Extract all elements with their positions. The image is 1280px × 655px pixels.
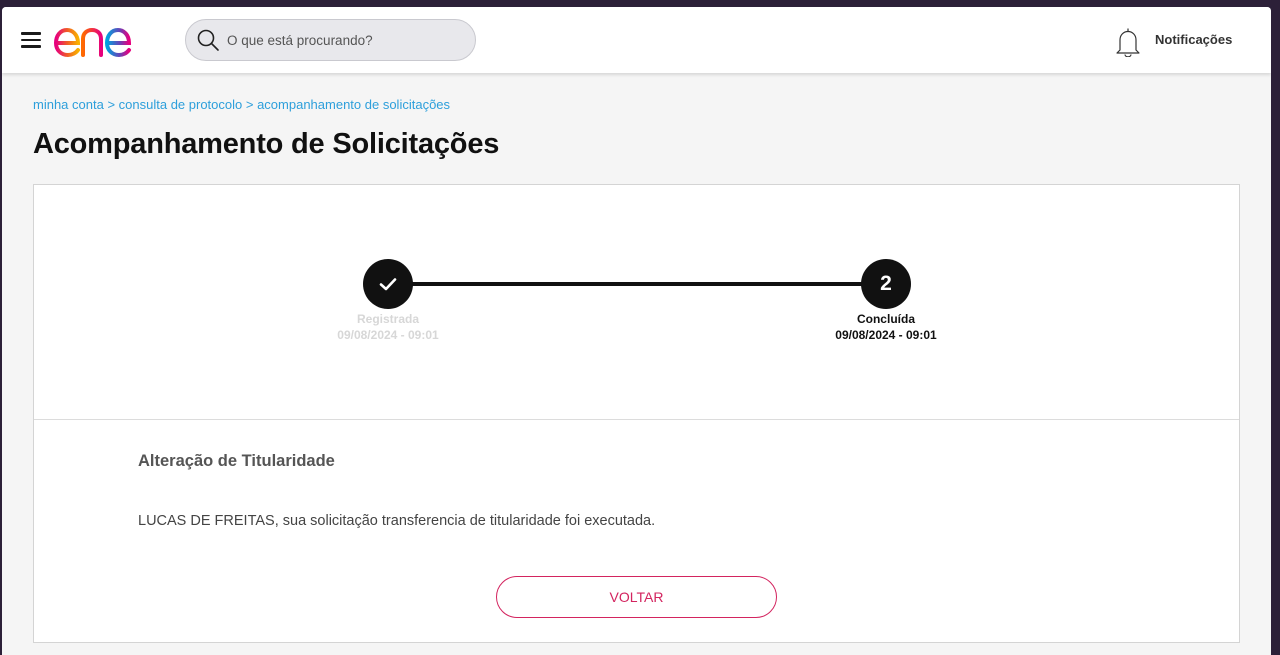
step-registrada-label: Registrada 09/08/2024 - 09:01: [303, 311, 473, 343]
search-icon[interactable]: [196, 28, 220, 52]
step-number: 2: [880, 272, 892, 295]
step-concluida-label: Concluída 09/08/2024 - 09:01: [801, 311, 971, 343]
hamburger-menu-icon[interactable]: [21, 32, 41, 48]
check-icon: [379, 278, 397, 291]
step-concluida-title: Concluída: [856, 312, 915, 326]
breadcrumb-item-minha-conta[interactable]: minha conta: [33, 97, 104, 112]
back-button[interactable]: VOLTAR: [496, 576, 777, 618]
step-concluida-datetime: 09/08/2024 - 09:01: [835, 328, 937, 342]
breadcrumb-separator: >: [242, 97, 258, 112]
step-registrada-circle: [363, 259, 413, 309]
notifications-label[interactable]: Notificações: [1155, 32, 1232, 47]
card-divider: [34, 419, 1239, 420]
page-title: Acompanhamento de Solicitações: [33, 128, 500, 160]
bell-icon[interactable]: [1115, 27, 1141, 57]
browser-window: Notificações minha conta > consulta de p…: [2, 7, 1271, 655]
top-header: Notificações: [2, 7, 1271, 73]
breadcrumb-item-acompanhamento[interactable]: acompanhamento de solicitações: [257, 97, 450, 112]
enel-logo[interactable]: [52, 17, 158, 61]
breadcrumb: minha conta > consulta de protocolo > ac…: [33, 97, 450, 112]
request-title: Alteração de Titularidade: [138, 452, 335, 470]
request-card: Registrada 09/08/2024 - 09:01 2 Concluíd…: [33, 184, 1240, 643]
stepper-line: [411, 282, 886, 286]
step-registrada-datetime: 09/08/2024 - 09:01: [337, 328, 439, 342]
search-input[interactable]: [227, 20, 462, 60]
search-bar[interactable]: [185, 19, 476, 61]
breadcrumb-separator: >: [103, 97, 119, 112]
step-concluida-circle: 2: [861, 259, 911, 309]
request-message: LUCAS DE FREITAS, sua solicitação transf…: [138, 513, 656, 529]
breadcrumb-item-consulta-de-protocolo[interactable]: consulta de protocolo: [119, 97, 243, 112]
step-registrada-title: Registrada: [356, 312, 420, 326]
